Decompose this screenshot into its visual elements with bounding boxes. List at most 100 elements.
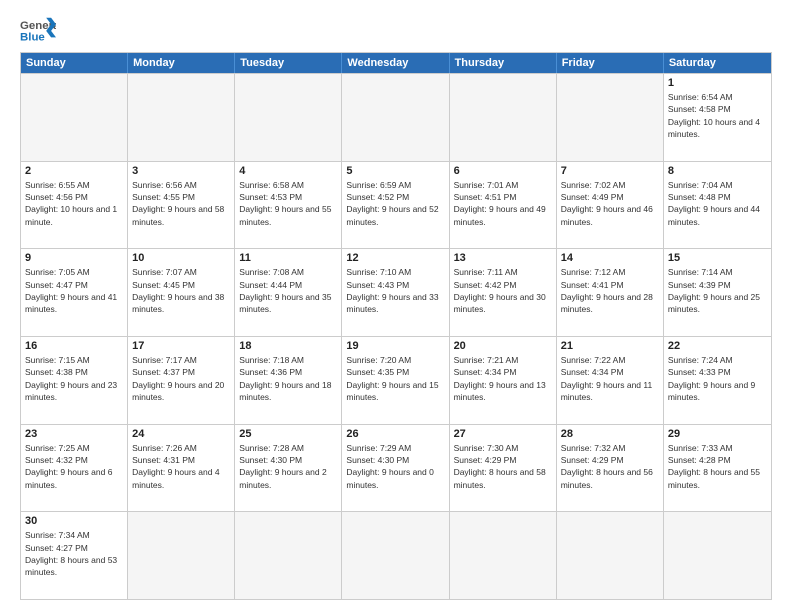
- day-number: 26: [346, 428, 444, 440]
- day-number: 9: [25, 252, 123, 264]
- day-number: 3: [132, 165, 230, 177]
- day-number: 4: [239, 165, 337, 177]
- day-number: 21: [561, 340, 659, 352]
- sun-info: Sunrise: 7:18 AM Sunset: 4:36 PM Dayligh…: [239, 354, 337, 403]
- calendar-cell-18: 18 Sunrise: 7:18 AM Sunset: 4:36 PM Dayli…: [235, 337, 342, 424]
- calendar-row-1: 2 Sunrise: 6:55 AM Sunset: 4:56 PM Daylig…: [21, 161, 771, 249]
- calendar: SundayMondayTuesdayWednesdayThursdayFrid…: [20, 52, 772, 600]
- day-number: 20: [454, 340, 552, 352]
- calendar-cell-empty-0-4: [450, 74, 557, 161]
- weekday-header-wednesday: Wednesday: [342, 53, 449, 73]
- calendar-row-0: 1 Sunrise: 6:54 AM Sunset: 4:58 PM Daylig…: [21, 73, 771, 161]
- sun-info: Sunrise: 7:15 AM Sunset: 4:38 PM Dayligh…: [25, 354, 123, 403]
- calendar-cell-3: 3 Sunrise: 6:56 AM Sunset: 4:55 PM Daylig…: [128, 162, 235, 249]
- sun-info: Sunrise: 7:02 AM Sunset: 4:49 PM Dayligh…: [561, 179, 659, 228]
- calendar-cell-12: 12Sunrise: 7:10 AM Sunset: 4:43 PM Dayli…: [342, 249, 449, 336]
- calendar-cell-6: 6Sunrise: 7:01 AM Sunset: 4:51 PM Daylig…: [450, 162, 557, 249]
- sun-info: Sunrise: 7:29 AM Sunset: 4:30 PM Dayligh…: [346, 442, 444, 491]
- sun-info: Sunrise: 6:56 AM Sunset: 4:55 PM Dayligh…: [132, 179, 230, 228]
- calendar-cell-28: 28 Sunrise: 7:32 AM Sunset: 4:29 PM Dayli…: [557, 425, 664, 512]
- day-number: 27: [454, 428, 552, 440]
- day-number: 23: [25, 428, 123, 440]
- day-number: 28: [561, 428, 659, 440]
- header: General Blue: [20, 16, 772, 44]
- day-number: 7: [561, 165, 659, 177]
- calendar-cell-empty-0-0: [21, 74, 128, 161]
- sun-info: Sunrise: 7:20 AM Sunset: 4:35 PM Dayligh…: [346, 354, 444, 403]
- calendar-cell-25: 25Sunrise: 7:28 AM Sunset: 4:30 PM Dayli…: [235, 425, 342, 512]
- calendar-cell-8: 8Sunrise: 7:04 AM Sunset: 4:48 PM Daylig…: [664, 162, 771, 249]
- sun-info: Sunrise: 7:22 AM Sunset: 4:34 PM Dayligh…: [561, 354, 659, 403]
- calendar-cell-empty-5-5: [557, 512, 664, 599]
- svg-text:Blue: Blue: [20, 32, 45, 44]
- day-number: 6: [454, 165, 552, 177]
- calendar-row-4: 23Sunrise: 7:25 AM Sunset: 4:32 PM Dayli…: [21, 424, 771, 512]
- calendar-cell-4: 4Sunrise: 6:58 AM Sunset: 4:53 PM Daylig…: [235, 162, 342, 249]
- weekday-header-friday: Friday: [557, 53, 664, 73]
- sun-info: Sunrise: 6:59 AM Sunset: 4:52 PM Dayligh…: [346, 179, 444, 228]
- weekday-header-tuesday: Tuesday: [235, 53, 342, 73]
- calendar-cell-22: 22 Sunrise: 7:24 AM Sunset: 4:33 PM Dayli…: [664, 337, 771, 424]
- day-number: 15: [668, 252, 767, 264]
- calendar-cell-20: 20 Sunrise: 7:21 AM Sunset: 4:34 PM Dayli…: [450, 337, 557, 424]
- day-number: 8: [668, 165, 767, 177]
- sun-info: Sunrise: 6:54 AM Sunset: 4:58 PM Dayligh…: [668, 91, 767, 140]
- calendar-cell-26: 26 Sunrise: 7:29 AM Sunset: 4:30 PM Dayli…: [342, 425, 449, 512]
- day-number: 13: [454, 252, 552, 264]
- calendar-row-3: 16 Sunrise: 7:15 AM Sunset: 4:38 PM Dayli…: [21, 336, 771, 424]
- weekday-header-monday: Monday: [128, 53, 235, 73]
- calendar-cell-10: 10Sunrise: 7:07 AM Sunset: 4:45 PM Dayli…: [128, 249, 235, 336]
- calendar-cell-empty-0-5: [557, 74, 664, 161]
- calendar-cell-empty-5-3: [342, 512, 449, 599]
- sun-info: Sunrise: 7:12 AM Sunset: 4:41 PM Dayligh…: [561, 266, 659, 315]
- day-number: 25: [239, 428, 337, 440]
- day-number: 22: [668, 340, 767, 352]
- calendar-cell-5: 5 Sunrise: 6:59 AM Sunset: 4:52 PM Daylig…: [342, 162, 449, 249]
- calendar-cell-14: 14Sunrise: 7:12 AM Sunset: 4:41 PM Dayli…: [557, 249, 664, 336]
- sun-info: Sunrise: 7:07 AM Sunset: 4:45 PM Dayligh…: [132, 266, 230, 315]
- sun-info: Sunrise: 7:26 AM Sunset: 4:31 PM Dayligh…: [132, 442, 230, 491]
- sun-info: Sunrise: 7:05 AM Sunset: 4:47 PM Dayligh…: [25, 266, 123, 315]
- day-number: 16: [25, 340, 123, 352]
- weekday-header-sunday: Sunday: [21, 53, 128, 73]
- sun-info: Sunrise: 6:55 AM Sunset: 4:56 PM Dayligh…: [25, 179, 123, 228]
- weekday-header-thursday: Thursday: [450, 53, 557, 73]
- generalblue-logo-icon: General Blue: [20, 16, 56, 44]
- weekday-header-saturday: Saturday: [664, 53, 771, 73]
- sun-info: Sunrise: 7:32 AM Sunset: 4:29 PM Dayligh…: [561, 442, 659, 491]
- calendar-cell-13: 13 Sunrise: 7:11 AM Sunset: 4:42 PM Dayli…: [450, 249, 557, 336]
- day-number: 19: [346, 340, 444, 352]
- calendar-cell-7: 7 Sunrise: 7:02 AM Sunset: 4:49 PM Daylig…: [557, 162, 664, 249]
- calendar-cell-empty-5-2: [235, 512, 342, 599]
- calendar-cell-21: 21 Sunrise: 7:22 AM Sunset: 4:34 PM Dayli…: [557, 337, 664, 424]
- calendar-cell-29: 29Sunrise: 7:33 AM Sunset: 4:28 PM Dayli…: [664, 425, 771, 512]
- day-number: 24: [132, 428, 230, 440]
- calendar-body: 1 Sunrise: 6:54 AM Sunset: 4:58 PM Daylig…: [21, 73, 771, 599]
- calendar-cell-empty-0-1: [128, 74, 235, 161]
- calendar-row-5: 30 Sunrise: 7:34 AM Sunset: 4:27 PM Dayli…: [21, 511, 771, 599]
- day-number: 18: [239, 340, 337, 352]
- calendar-cell-15: 15Sunrise: 7:14 AM Sunset: 4:39 PM Dayli…: [664, 249, 771, 336]
- calendar-cell-17: 17Sunrise: 7:17 AM Sunset: 4:37 PM Dayli…: [128, 337, 235, 424]
- day-number: 1: [668, 77, 767, 89]
- sun-info: Sunrise: 7:34 AM Sunset: 4:27 PM Dayligh…: [25, 529, 123, 578]
- calendar-cell-1: 1 Sunrise: 6:54 AM Sunset: 4:58 PM Daylig…: [664, 74, 771, 161]
- calendar-cell-empty-0-2: [235, 74, 342, 161]
- logo: General Blue: [20, 16, 56, 44]
- sun-info: Sunrise: 7:30 AM Sunset: 4:29 PM Dayligh…: [454, 442, 552, 491]
- calendar-cell-empty-5-4: [450, 512, 557, 599]
- calendar-header: SundayMondayTuesdayWednesdayThursdayFrid…: [21, 53, 771, 73]
- day-number: 2: [25, 165, 123, 177]
- calendar-cell-empty-5-6: [664, 512, 771, 599]
- sun-info: Sunrise: 7:21 AM Sunset: 4:34 PM Dayligh…: [454, 354, 552, 403]
- calendar-cell-empty-5-1: [128, 512, 235, 599]
- sun-info: Sunrise: 7:17 AM Sunset: 4:37 PM Dayligh…: [132, 354, 230, 403]
- calendar-row-2: 9 Sunrise: 7:05 AM Sunset: 4:47 PM Daylig…: [21, 248, 771, 336]
- day-number: 5: [346, 165, 444, 177]
- sun-info: Sunrise: 7:33 AM Sunset: 4:28 PM Dayligh…: [668, 442, 767, 491]
- day-number: 30: [25, 515, 123, 527]
- calendar-cell-2: 2 Sunrise: 6:55 AM Sunset: 4:56 PM Daylig…: [21, 162, 128, 249]
- sun-info: Sunrise: 7:11 AM Sunset: 4:42 PM Dayligh…: [454, 266, 552, 315]
- sun-info: Sunrise: 7:24 AM Sunset: 4:33 PM Dayligh…: [668, 354, 767, 403]
- page: General Blue SundayMondayTuesdayWednesda…: [0, 0, 792, 612]
